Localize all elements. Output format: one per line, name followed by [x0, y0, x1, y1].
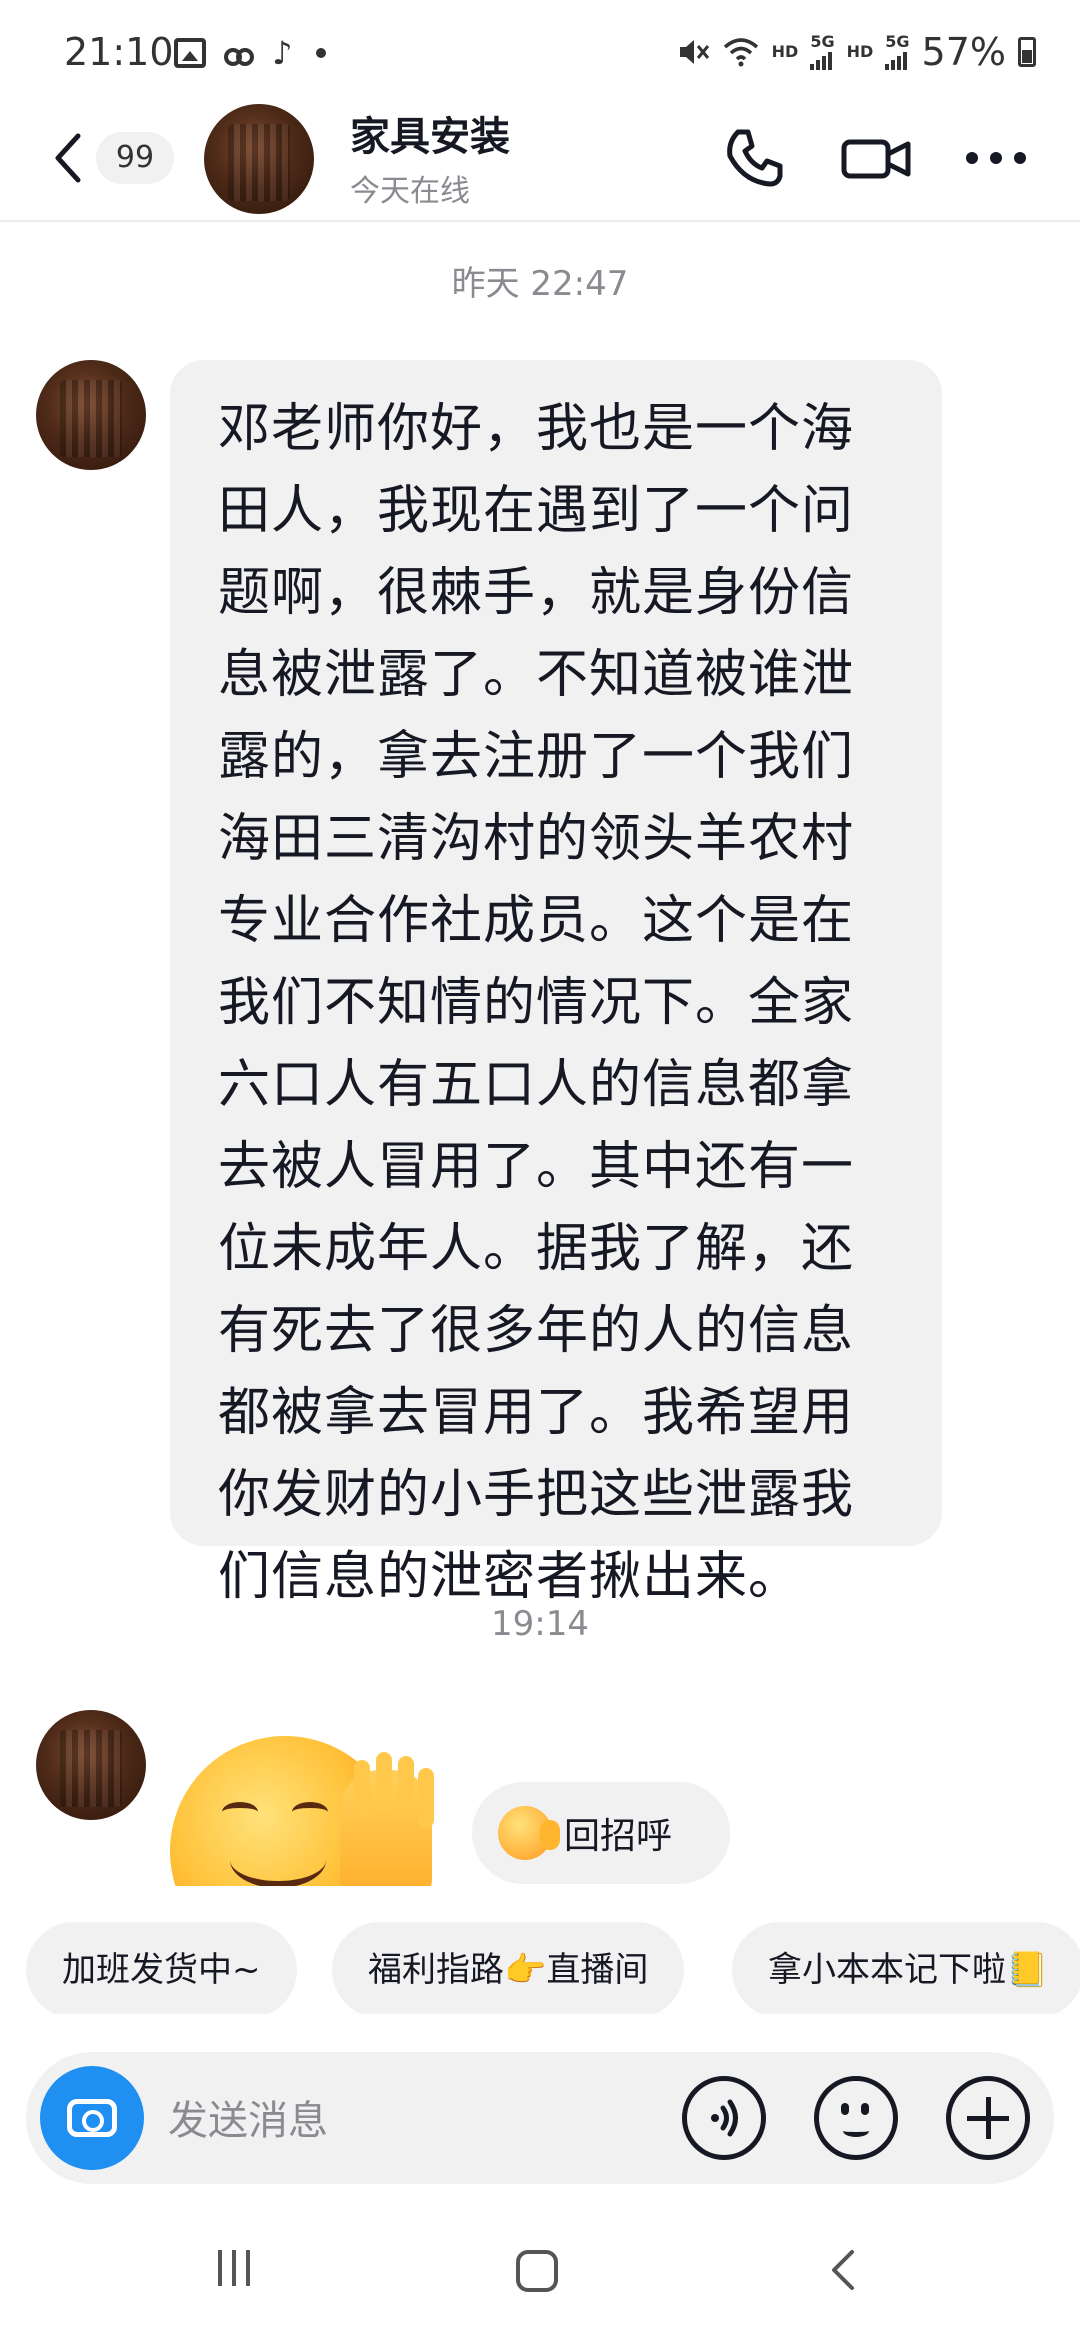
- emoji-face-icon: [841, 2103, 849, 2115]
- quick-reply-chip[interactable]: 拿小本本记下啦📒: [732, 1922, 1080, 2014]
- greet-back-label: 回招呼: [564, 1816, 673, 1857]
- chat-header: 99 家具安装 今天在线: [0, 100, 1080, 222]
- system-nav-bar: [0, 2220, 1080, 2340]
- more-actions-plus-button[interactable]: [946, 2076, 1030, 2160]
- gallery-icon: [174, 38, 206, 68]
- system-back-icon[interactable]: [828, 2248, 858, 2292]
- signal-strength-icon: [810, 50, 833, 70]
- message-timestamp: 19:14: [491, 1604, 589, 1644]
- status-notification-icons: ♪: [174, 34, 326, 72]
- greet-back-button[interactable]: 回招呼: [472, 1782, 730, 1884]
- status-time: 21:10: [64, 30, 174, 74]
- quick-reply-chip[interactable]: 福利指路👉直播间: [332, 1922, 685, 2014]
- message-input[interactable]: 发送消息: [168, 2088, 328, 2146]
- emoji-picker-button[interactable]: [814, 2076, 898, 2160]
- sender-avatar[interactable]: [36, 1710, 146, 1820]
- message-text: 邓老师你好，我也是一个海田人，我现在遇到了一个问题啊，很棘手，就是身份信息被泄露…: [218, 399, 855, 1607]
- chevron-left-icon: [55, 133, 81, 183]
- hd-label: HD: [846, 42, 874, 61]
- camera-button[interactable]: [40, 2066, 144, 2170]
- sender-avatar[interactable]: [36, 360, 146, 470]
- voicemail-icon: [224, 44, 254, 66]
- tiktok-icon: ♪: [272, 34, 293, 72]
- status-system-icons: HD 5G HD 5G 57%: [676, 30, 1036, 74]
- signal-group-2: 5G: [885, 32, 910, 70]
- status-bar: 21:10 ♪ HD 5G HD 5G 57%: [0, 0, 1080, 110]
- home-icon[interactable]: [516, 2250, 558, 2292]
- battery-percent: 57%: [921, 30, 1006, 74]
- camera-icon: [67, 2099, 117, 2137]
- waving-emoji-icon: [498, 1806, 560, 1860]
- battery-icon: [1018, 37, 1036, 67]
- recent-apps-icon[interactable]: [218, 2250, 250, 2286]
- message-timestamp: 昨天 22:47: [451, 264, 629, 304]
- voice-input-button[interactable]: [682, 2076, 766, 2160]
- contact-name[interactable]: 家具安装: [350, 104, 510, 162]
- contact-avatar[interactable]: [204, 104, 314, 214]
- contact-online-status: 今天在线: [350, 174, 470, 209]
- wifi-icon: [723, 38, 758, 67]
- unread-count-badge[interactable]: 99: [96, 132, 174, 184]
- waving-hand-icon: [340, 1760, 432, 1886]
- mute-icon: [679, 40, 709, 64]
- voice-wave-icon: [711, 2099, 738, 2137]
- network-label: 5G: [810, 32, 835, 51]
- more-options-icon[interactable]: [960, 122, 1032, 194]
- quick-reply-row: 加班发货中~ 福利指路👉直播间 拿小本本记下啦📒: [0, 1892, 1080, 2014]
- network-label: 5G: [885, 32, 910, 51]
- waving-emoji-sticker[interactable]: [170, 1722, 440, 1886]
- signal-group-1: 5G: [810, 32, 835, 70]
- message-bubble[interactable]: 邓老师你好，我也是一个海田人，我现在遇到了一个问题啊，很棘手，就是身份信息被泄露…: [170, 360, 942, 1607]
- phone-call-icon[interactable]: [718, 122, 790, 194]
- message-composer: 发送消息: [26, 2052, 1054, 2184]
- video-call-icon[interactable]: [840, 122, 912, 194]
- hd-label: HD: [771, 42, 799, 61]
- more-notifications-dot-icon: [316, 48, 326, 58]
- quick-reply-chip[interactable]: 加班发货中~: [26, 1922, 297, 2014]
- signal-strength-icon: [885, 50, 908, 70]
